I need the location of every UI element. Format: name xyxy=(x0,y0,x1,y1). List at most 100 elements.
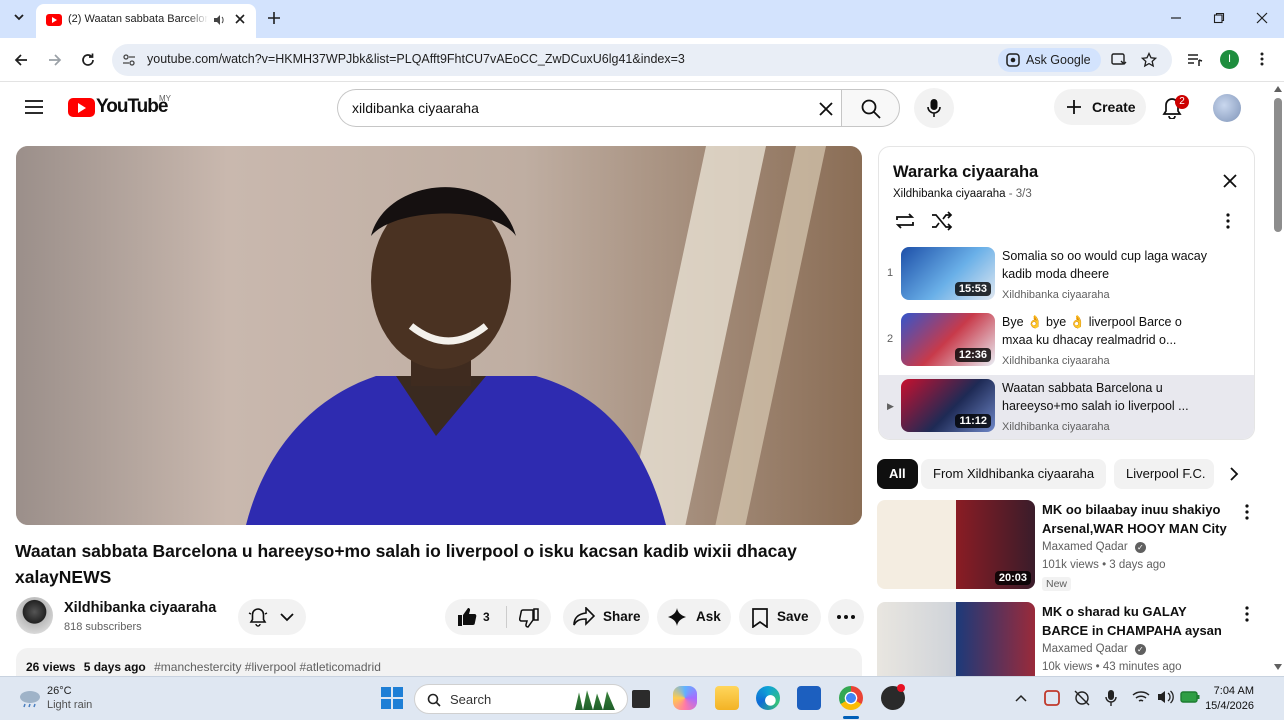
chrome-icon[interactable] xyxy=(839,686,863,710)
shuffle-icon[interactable] xyxy=(931,211,953,231)
recommended-thumbnail: 20:03 xyxy=(877,500,1035,589)
playlist-menu-icon[interactable] xyxy=(1226,213,1230,229)
profile-avatar[interactable]: I xyxy=(1220,50,1239,69)
tray-app-icon[interactable] xyxy=(1043,689,1061,707)
forward-icon[interactable] xyxy=(47,52,63,68)
recommended-video[interactable]: MK o sharad ku GALAY BARCE in CHAMPAHA a… xyxy=(877,602,1257,676)
bookmark-star-icon[interactable] xyxy=(1141,52,1157,68)
hamburger-menu-icon[interactable] xyxy=(25,99,43,115)
search-highlight-trees-icon xyxy=(575,690,615,710)
playlist-close-icon[interactable] xyxy=(1222,173,1238,189)
new-tab-icon[interactable] xyxy=(267,11,281,25)
scroll-down-arrow-icon[interactable] xyxy=(1274,664,1282,670)
ask-button[interactable]: Ask xyxy=(657,599,731,635)
description-box[interactable]: 26 views 5 days ago #manchestercity #liv… xyxy=(16,648,862,678)
voice-search-button[interactable] xyxy=(914,88,954,128)
scroll-up-arrow-icon[interactable] xyxy=(1274,86,1282,92)
search-query[interactable]: xildibanka ciyaaraha xyxy=(352,100,479,116)
recommended-menu-icon[interactable] xyxy=(1245,504,1249,520)
clear-search-icon[interactable] xyxy=(818,101,834,117)
playlist-owner[interactable]: Xildhibanka ciyaaraha xyxy=(893,188,1006,200)
chips-next-chevron-icon[interactable] xyxy=(1214,459,1254,489)
restore-icon[interactable] xyxy=(1213,12,1225,24)
browser-menu-icon[interactable] xyxy=(1258,51,1266,67)
recommended-meta: 101k views • 3 days ago xyxy=(1042,559,1166,571)
tray-microphone-icon[interactable] xyxy=(1105,689,1117,707)
account-avatar[interactable] xyxy=(1213,94,1241,122)
video-player[interactable] xyxy=(16,146,862,525)
hashtags[interactable]: #manchestercity #liverpool #atleticomadr… xyxy=(154,660,381,674)
channel-name[interactable]: Xildhibanka ciyaaraha xyxy=(64,600,216,616)
loop-icon[interactable] xyxy=(894,211,916,231)
playlist-position: 3/3 xyxy=(1015,188,1032,200)
like-button[interactable]: 3 xyxy=(445,599,505,635)
show-hidden-icons-chevron-icon[interactable] xyxy=(1015,694,1027,702)
playlist-item-title: Somalia so oo would cup laga wacay kadib… xyxy=(1002,249,1207,281)
playlist-title[interactable]: Wararka ciyaaraha xyxy=(893,163,1038,182)
search-icon xyxy=(861,99,881,119)
chip-all[interactable]: All xyxy=(877,459,918,489)
wifi-icon[interactable] xyxy=(1132,689,1150,705)
scrollbar-thumb[interactable] xyxy=(1274,98,1282,232)
store-icon[interactable] xyxy=(797,686,821,710)
plus-icon xyxy=(1066,99,1082,115)
channel-label: Maxamed Qadar xyxy=(1042,643,1128,655)
edge-icon[interactable] xyxy=(756,686,780,710)
sync-off-icon[interactable] xyxy=(1073,689,1091,707)
ask-google-button[interactable]: Ask Google xyxy=(998,48,1101,72)
tab-close-icon[interactable] xyxy=(234,13,246,25)
channel-avatar[interactable] xyxy=(16,597,53,634)
tab-search-icon[interactable] xyxy=(12,10,26,24)
dislike-button[interactable] xyxy=(507,599,551,635)
install-app-icon[interactable] xyxy=(1111,52,1127,68)
video-title: Waatan sabbata Barcelona u hareeyso+mo s… xyxy=(15,541,797,587)
copilot-icon[interactable] xyxy=(673,686,697,710)
search-input[interactable]: xildibanka ciyaaraha xyxy=(337,89,841,127)
minimize-icon[interactable] xyxy=(1170,12,1182,24)
chip-liverpool[interactable]: Liverpool F.C. xyxy=(1114,459,1214,489)
address-bar[interactable]: youtube.com/watch?v=HKMH37WPJbk&list=PLQ… xyxy=(112,44,1172,76)
search-button[interactable] xyxy=(841,89,900,127)
recommended-video[interactable]: 20:03 MK oo bilaabay inuu shakiyo Arsena… xyxy=(877,500,1257,592)
playlist-subtitle: Xildhibanka ciyaaraha - 3/3 xyxy=(893,188,1032,200)
video-duration: 20:03 xyxy=(994,571,1031,585)
file-explorer-icon[interactable] xyxy=(715,686,739,710)
playlist-item[interactable]: 2 12:36 Bye 👌 bye 👌 liverpool Barce o mx… xyxy=(879,309,1254,375)
page-scrollbar[interactable] xyxy=(1272,86,1284,676)
taskbar-search[interactable]: Search xyxy=(414,684,628,714)
weather-description[interactable]: Light rain xyxy=(47,699,92,711)
taskbar-date[interactable]: 15/4/2026 xyxy=(1205,700,1254,712)
taskview-icon[interactable] xyxy=(632,690,650,708)
reload-icon[interactable] xyxy=(80,52,96,68)
media-controls-icon[interactable] xyxy=(1187,52,1203,68)
subscribed-notifications-button[interactable] xyxy=(238,599,306,635)
site-info-icon[interactable] xyxy=(122,53,136,67)
youtube-logo-icon[interactable] xyxy=(68,98,95,117)
browser-tabstrip: (2) Waatan sabbata Barcelona u hareeyso+… xyxy=(0,0,1284,38)
url-text[interactable]: youtube.com/watch?v=HKMH37WPJbk&list=PLQ… xyxy=(147,52,685,66)
audio-playing-icon[interactable] xyxy=(212,13,226,27)
save-button[interactable]: Save xyxy=(739,599,821,635)
chip-from-channel[interactable]: From Xildhibanka ciyaaraha xyxy=(921,459,1107,489)
taskbar-time[interactable]: 7:04 AM xyxy=(1214,685,1254,697)
volume-icon[interactable] xyxy=(1156,689,1174,705)
back-icon[interactable] xyxy=(13,52,29,68)
weather-temperature[interactable]: 26°C xyxy=(47,685,72,697)
recommended-menu-icon[interactable] xyxy=(1245,606,1249,622)
country-code: MY xyxy=(159,94,171,103)
weather-icon[interactable] xyxy=(17,687,43,709)
verified-check-icon: ✓ xyxy=(1134,542,1146,553)
battery-charging-icon[interactable] xyxy=(1180,690,1200,704)
recommended-thumbnail xyxy=(877,602,1035,676)
youtube-logo-text[interactable]: YouTube xyxy=(96,96,168,118)
start-windows-icon[interactable] xyxy=(381,687,403,709)
share-button[interactable]: Share xyxy=(563,599,649,635)
browser-tab-active[interactable]: (2) Waatan sabbata Barcelona u hareeyso+… xyxy=(36,4,256,38)
more-actions-button[interactable] xyxy=(828,599,864,635)
playlist-item-current[interactable]: ▶ 11:12 Waatan sabbata Barcelona u haree… xyxy=(879,375,1254,439)
window-close-icon[interactable] xyxy=(1256,12,1268,24)
playlist-item-index: 1 xyxy=(887,267,894,279)
playlist-item[interactable]: 1 15:53 Somalia so oo would cup laga wac… xyxy=(879,243,1254,309)
create-button[interactable]: Create xyxy=(1054,89,1146,125)
playlist-thumbnail: 12:36 xyxy=(901,313,995,366)
